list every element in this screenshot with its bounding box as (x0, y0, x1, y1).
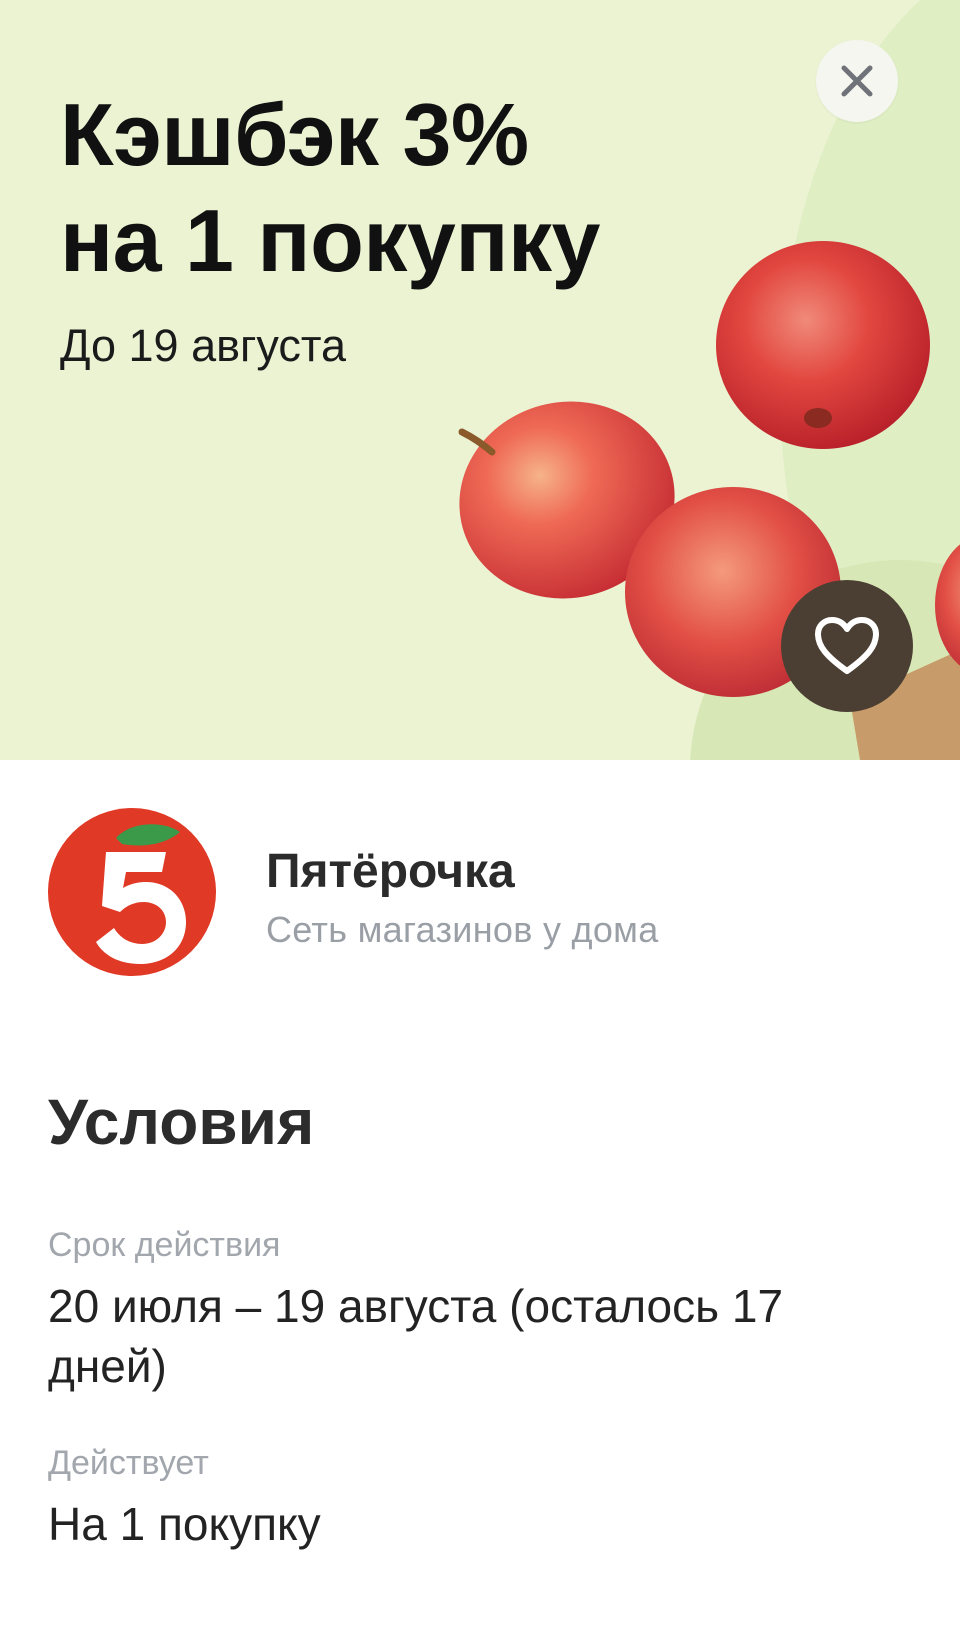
offer-valid-until: До 19 августа (60, 320, 347, 371)
favorite-button[interactable] (781, 580, 913, 712)
merchant-info[interactable]: Пятёрочка Сеть магазинов у дома (48, 808, 908, 978)
conditions-title: Условия (48, 1086, 315, 1158)
offer-details-screen: Кэшбэк 3% на 1 покупку До 19 августа Пят… (0, 0, 960, 1630)
apple (935, 544, 960, 666)
merchant-name: Пятёрочка (266, 845, 515, 898)
offer-title-line1: Кэшбэк 3% (60, 85, 529, 184)
merchant-logo (48, 808, 216, 976)
close-button[interactable] (816, 40, 898, 122)
merchant-description: Сеть магазинов у дома (266, 909, 659, 950)
applies-value: На 1 покупку (48, 1498, 321, 1550)
apple-calyx (804, 408, 832, 428)
applies-label: Действует (48, 1444, 209, 1482)
offer-title-line2: на 1 покупку (60, 191, 600, 290)
validity-value: 20 июля – 19 августа (осталось 17 дней) (48, 1280, 784, 1392)
validity-label: Срок действия (48, 1226, 281, 1264)
heart-icon (815, 617, 879, 674)
offer-banner: Кэшбэк 3% на 1 покупку До 19 августа (0, 0, 960, 760)
offer-title: Кэшбэк 3% на 1 покупку (60, 82, 740, 294)
close-icon (841, 65, 873, 97)
